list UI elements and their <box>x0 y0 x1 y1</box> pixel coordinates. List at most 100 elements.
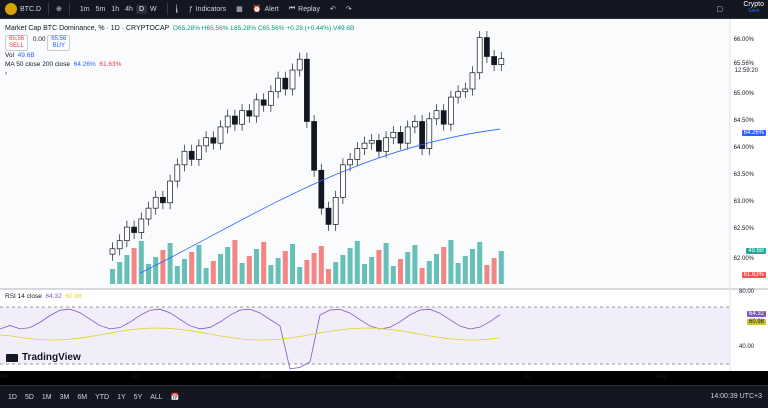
candle-body <box>174 164 181 182</box>
candle-body <box>448 96 454 125</box>
tradingview-mark-icon <box>6 353 18 362</box>
time-tick: May <box>261 374 273 380</box>
rsi-value: 64.32 <box>45 293 62 300</box>
interval-5m[interactable]: 5m <box>93 5 109 14</box>
candle-body <box>131 226 137 233</box>
vol-price-pill: 49.6B <box>746 248 766 254</box>
volume-bar <box>390 266 396 284</box>
volume-bar <box>268 265 274 284</box>
time-tick: Mar <box>0 374 11 380</box>
candle-body <box>239 110 245 125</box>
price-tick: 63.50% <box>733 172 754 178</box>
ma50-price-pill: 64.26% <box>741 130 766 136</box>
date-range-icon[interactable]: 📅 <box>171 393 180 401</box>
buy-price: 65.56 <box>51 36 67 42</box>
timeframe-6m[interactable]: 6M <box>73 394 91 401</box>
timeframe-1d[interactable]: 1D <box>4 394 21 401</box>
candle-body <box>282 77 289 90</box>
indicators-button[interactable]: ƒ Indicators <box>184 0 231 18</box>
timeframe-1m[interactable]: 1M <box>38 394 56 401</box>
redo-icon: ↷ <box>345 6 352 13</box>
candle-body <box>462 88 469 93</box>
layout-button[interactable]: ▦ <box>231 0 248 18</box>
replay-button[interactable]: ⏮ Replay <box>284 0 325 18</box>
ma200-value: 61.63% <box>99 61 122 68</box>
redo-button[interactable]: ↷ <box>341 0 357 18</box>
compare-button[interactable]: ⊕ <box>51 0 67 18</box>
vol-label: Vol <box>5 52 15 59</box>
candle-body <box>491 56 497 65</box>
legend-ohlc: O65.28% H65.56% L65.28% C65.56% +0.28 (+… <box>172 25 355 32</box>
crypto-badge[interactable]: Crypto Save <box>743 1 764 15</box>
timeframe-ytd[interactable]: YTD <box>91 394 113 401</box>
volume-bar <box>311 253 317 284</box>
volume-bar <box>318 246 324 284</box>
candle-body <box>361 142 368 149</box>
candle-body <box>196 145 202 160</box>
volume-bar <box>232 240 238 284</box>
volume-bar <box>110 269 115 284</box>
undo-button[interactable]: ↶ <box>325 0 341 18</box>
volume-bar <box>203 268 209 284</box>
candle-body <box>426 118 433 149</box>
volume-bar <box>462 256 468 284</box>
candle-body <box>275 77 281 93</box>
volume-bar <box>189 252 195 284</box>
clock[interactable]: 14:00:39 UTC+3 <box>710 393 762 400</box>
volume-bar <box>275 258 281 284</box>
symbol-logo-icon <box>5 3 17 15</box>
rsi-tick: 80.00 <box>738 289 754 295</box>
candle-body <box>397 131 404 144</box>
volume-bar <box>282 251 288 284</box>
volume-bar <box>326 269 331 284</box>
volume-bar <box>426 261 432 284</box>
time-tick: Aug <box>656 374 667 380</box>
top-toolbar: BTC.D ⊕ 1m 5m 1h 4h D W ╽ ƒ Indicators ▦ ⏰ Aler… <box>0 0 768 19</box>
chart-type-button[interactable]: ╽ <box>170 0 184 18</box>
ma200-price-pill: 61.63% <box>741 272 766 278</box>
interval-w[interactable]: W <box>147 5 160 14</box>
volume-bar <box>304 260 310 284</box>
timeframe-3m[interactable]: 3M <box>56 394 74 401</box>
timeframe-5y[interactable]: 5Y <box>130 394 147 401</box>
volume-bar <box>398 259 403 284</box>
candle-body <box>224 115 231 128</box>
volume-bar <box>131 248 137 284</box>
sell-price: 65.56 <box>9 36 25 42</box>
interval-d[interactable]: D <box>135 4 147 14</box>
volume-bar <box>182 259 187 284</box>
interval-1m[interactable]: 1m <box>77 5 93 14</box>
bottom-toolbar: 1D 5D 1M 3M 6M YTD 1Y 5Y ALL 📅 14:00:39 UTC+3 <box>0 385 768 408</box>
volume-bar <box>340 255 346 284</box>
sell-button[interactable]: 65.56 SELL <box>5 35 29 51</box>
volume-bar <box>290 244 295 284</box>
collapse-legend-button[interactable]: ‹ <box>5 69 354 78</box>
buy-button[interactable]: 65.56 BUY <box>47 35 71 51</box>
timeframe-1y[interactable]: 1Y <box>113 394 130 401</box>
candle-body <box>354 148 361 160</box>
candle-body <box>109 248 116 255</box>
volume-bar <box>218 254 223 284</box>
timeframe-group: 1D 5D 1M 3M 6M YTD 1Y 5Y ALL <box>4 394 167 401</box>
candle-body <box>469 72 476 90</box>
settings-button[interactable]: ▢ <box>711 0 728 18</box>
candle-body <box>145 207 152 220</box>
candle-body <box>203 137 209 147</box>
candle-body <box>210 137 217 144</box>
indicators-icon: ƒ <box>188 5 193 13</box>
candle-body <box>340 164 346 198</box>
interval-4h[interactable]: 4h <box>122 5 136 14</box>
candle-body <box>181 150 188 166</box>
volume-bar <box>347 248 353 284</box>
timeframe-all[interactable]: ALL <box>146 394 166 401</box>
ma50-value: 64.26% <box>73 61 96 68</box>
candle-body <box>476 37 483 74</box>
undo-icon: ↶ <box>329 6 336 13</box>
symbol-search[interactable]: BTC.D <box>0 0 46 18</box>
interval-1h[interactable]: 1h <box>108 5 122 14</box>
timeframe-5d[interactable]: 5D <box>21 394 38 401</box>
rsi-tick: 40.00 <box>738 344 754 350</box>
alert-button[interactable]: ⏰ Alert <box>248 0 284 18</box>
volume-bar <box>498 251 504 284</box>
candle-body <box>383 137 389 152</box>
